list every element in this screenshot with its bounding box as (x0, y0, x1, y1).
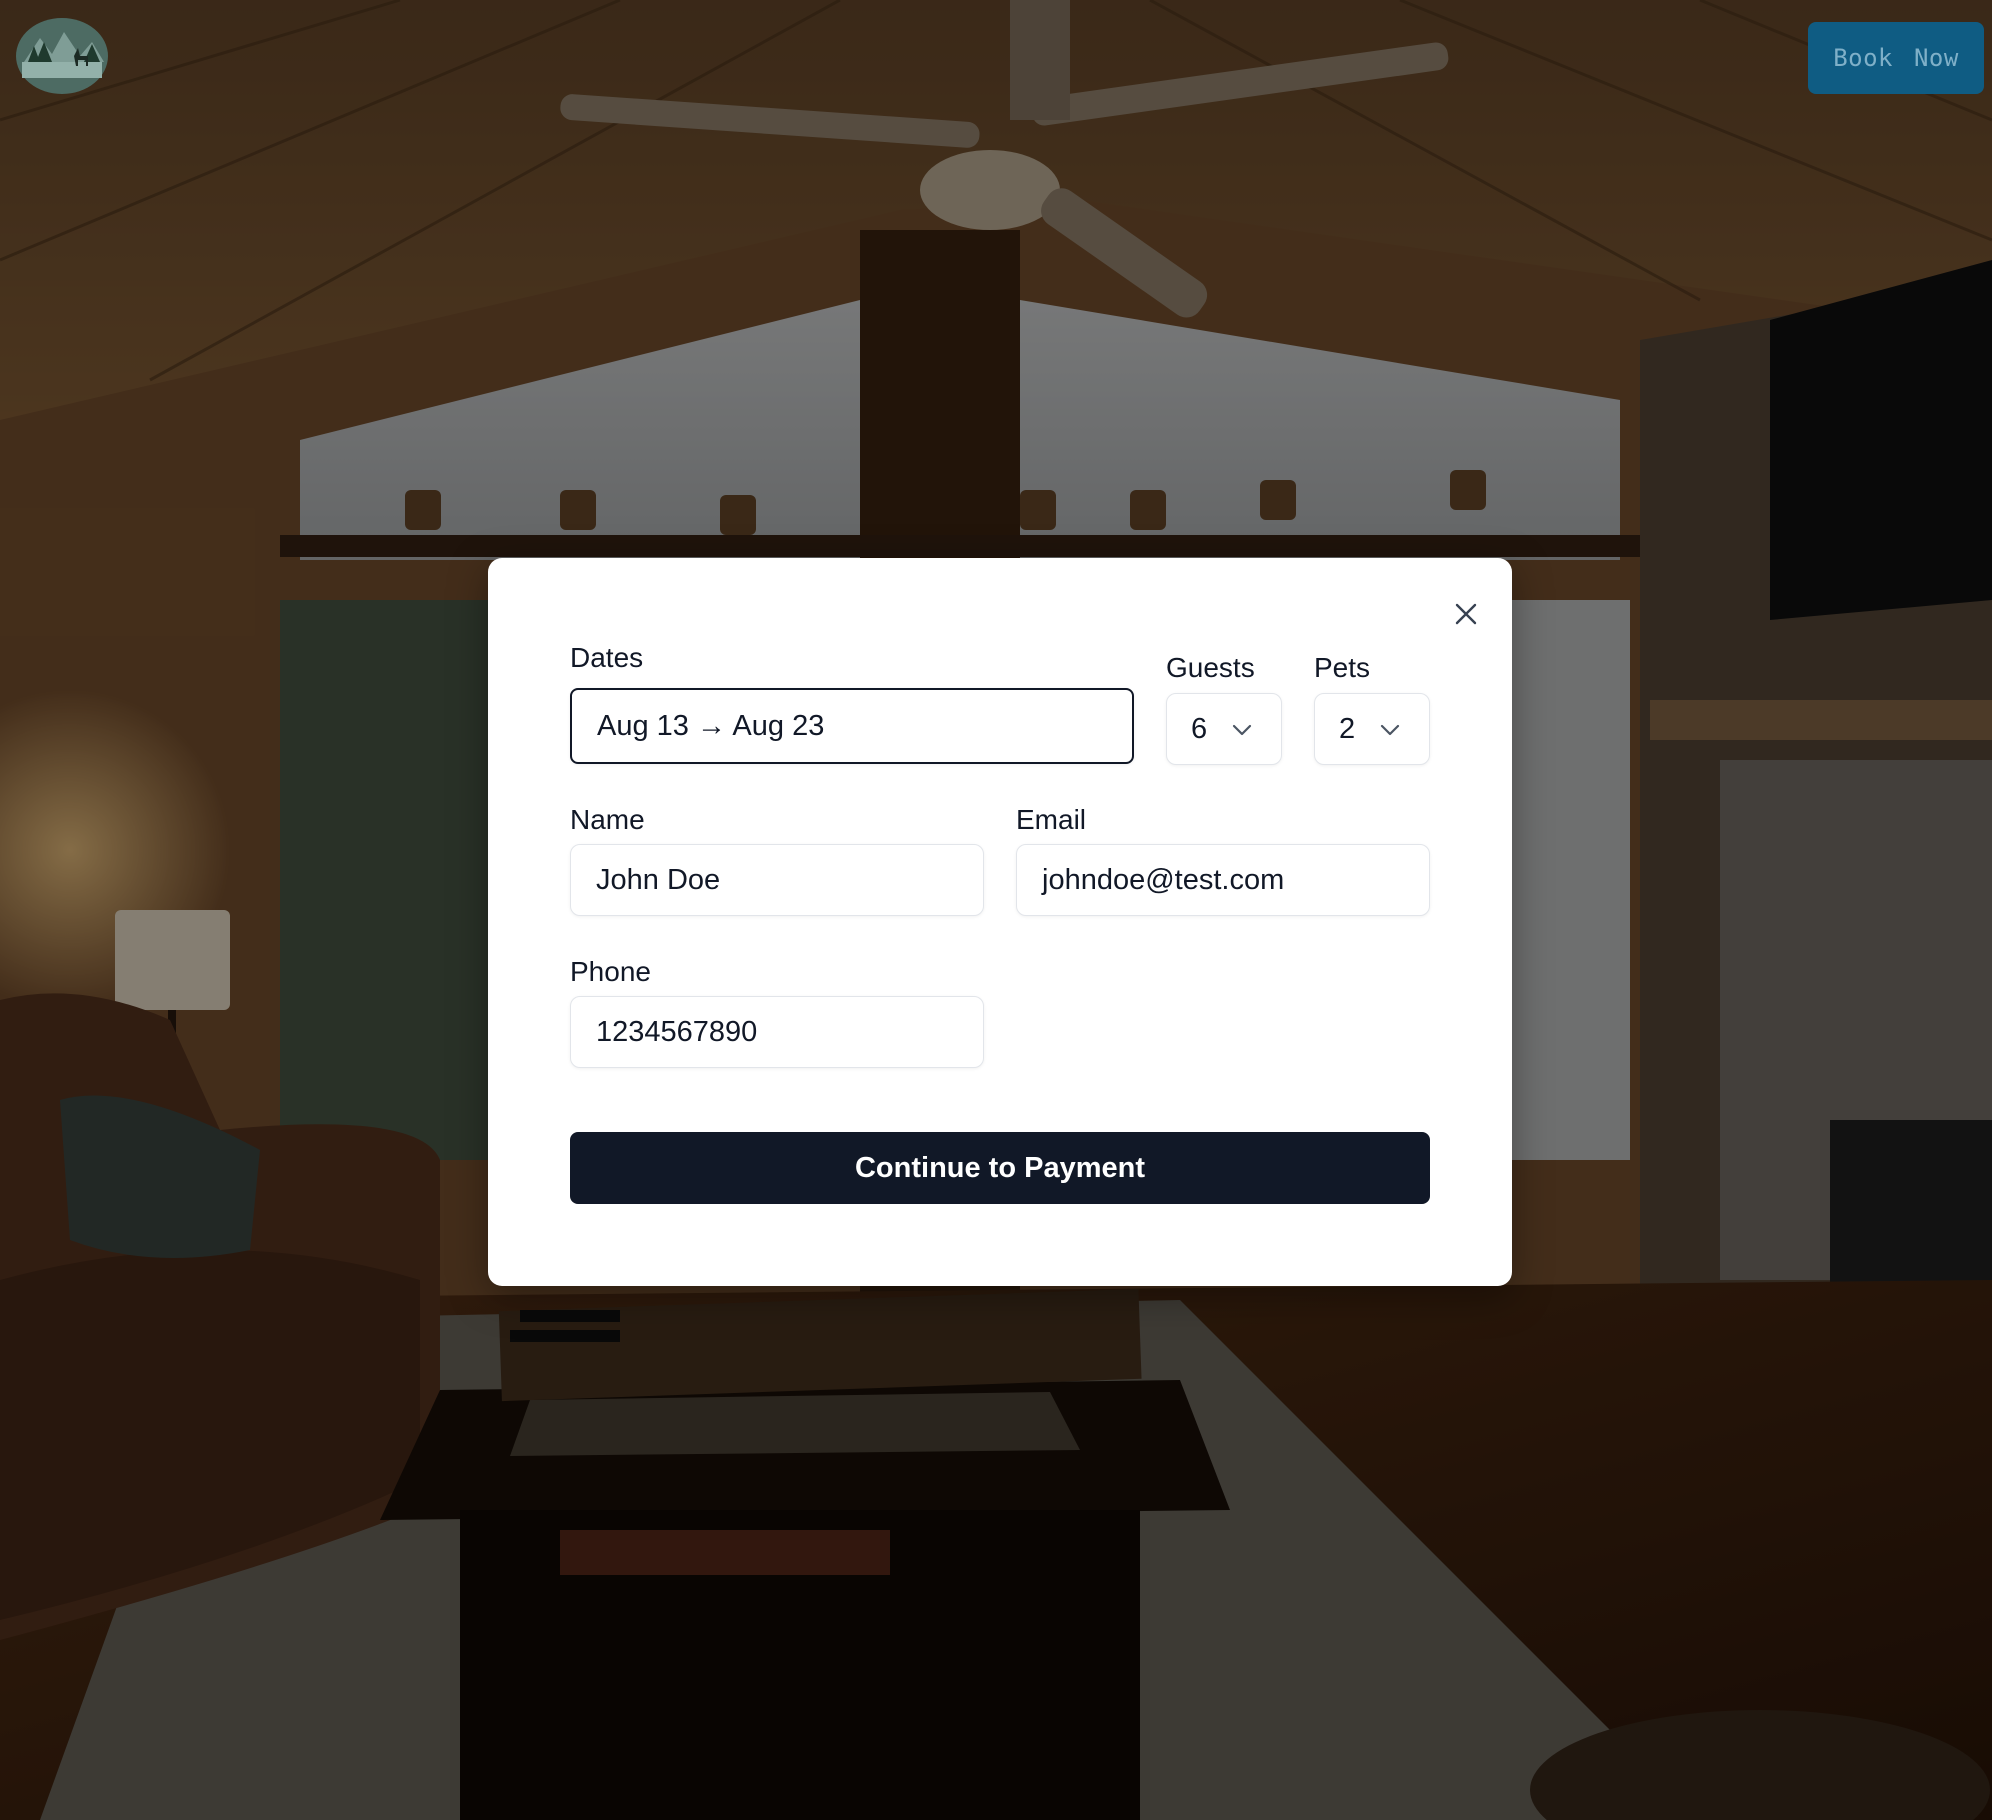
phone-label: Phone (570, 956, 651, 987)
guests-value: 6 (1191, 712, 1208, 745)
booking-modal: Dates Aug 13 → Aug 23 Guests 6 Pets 2 Na… (488, 558, 1512, 1286)
phone-value: 1234567890 (596, 1015, 758, 1048)
dates-label: Dates (570, 642, 644, 673)
dates-value: Aug 13 → Aug 23 (597, 709, 825, 742)
email-value: johndoe@test.com (1042, 863, 1285, 896)
email-label: Email (1016, 804, 1087, 835)
chevron-down-icon (1380, 724, 1400, 736)
close-icon (1455, 603, 1477, 625)
cabin-lake-deer-logo-icon (16, 18, 108, 94)
name-field[interactable]: John Doe (570, 844, 984, 916)
guests-select[interactable]: 6 (1166, 693, 1282, 765)
name-value: John Doe (596, 863, 721, 896)
booking-page: Book Now Dates Aug 13 → Aug 23 Guests 6 … (0, 0, 1992, 1820)
email-field[interactable]: johndoe@test.com (1016, 844, 1430, 916)
name-label: Name (570, 804, 645, 835)
pets-value: 2 (1339, 712, 1356, 745)
dates-picker[interactable]: Aug 13 → Aug 23 (570, 688, 1134, 764)
site-logo[interactable] (14, 16, 110, 96)
chevron-down-icon (1232, 724, 1252, 736)
close-button[interactable] (1446, 594, 1486, 634)
book-now-button[interactable]: Book Now (1808, 22, 1984, 94)
continue-to-payment-button[interactable]: Continue to Payment (570, 1132, 1430, 1204)
guests-label: Guests (1166, 652, 1255, 683)
pets-label: Pets (1314, 652, 1371, 683)
phone-field[interactable]: 1234567890 (570, 996, 984, 1068)
pets-select[interactable]: 2 (1314, 693, 1430, 765)
